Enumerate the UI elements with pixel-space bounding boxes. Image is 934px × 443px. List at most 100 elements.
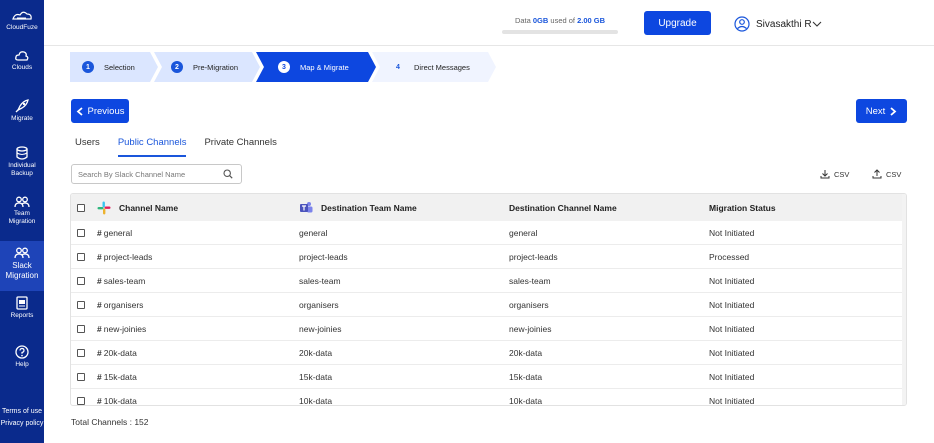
- row-checkbox[interactable]: [77, 301, 85, 309]
- row-select-cell: [77, 245, 85, 269]
- header-label: Destination Team Name: [321, 202, 417, 213]
- row-checkbox[interactable]: [77, 253, 85, 261]
- hash-icon: #: [97, 252, 102, 262]
- sidebar-item-migrate[interactable]: Migrate: [0, 99, 44, 123]
- channel-search: [71, 164, 242, 184]
- table-row[interactable]: # general general general Not Initiated: [71, 221, 906, 245]
- step-pre-migration[interactable]: 2 Pre-Migration: [171, 52, 238, 82]
- rocket-icon: [15, 99, 29, 113]
- row-checkbox[interactable]: [77, 277, 85, 285]
- migration-status-cell: Not Initiated: [709, 348, 755, 358]
- step-map-migrate[interactable]: 3 Map & Migrate: [278, 52, 349, 82]
- sidebar-item-slack-migration[interactable]: Slack Migration: [0, 241, 44, 291]
- csv-download-button[interactable]: CSV: [820, 169, 849, 179]
- destination-channel-cell[interactable]: general: [509, 221, 537, 245]
- search-icon[interactable]: [223, 169, 233, 179]
- row-checkbox[interactable]: [77, 397, 85, 405]
- select-all-checkbox[interactable]: [77, 203, 85, 212]
- header-label: Destination Channel Name: [509, 202, 617, 213]
- row-checkbox[interactable]: [77, 349, 85, 357]
- channel-name-cell: #15k-data: [97, 365, 137, 389]
- channel-name-cell: # project-leads: [97, 245, 152, 269]
- sidebar-item-label: Backup: [11, 170, 33, 177]
- row-select-cell: [77, 293, 85, 317]
- table-row[interactable]: # sales-team sales-team sales-team Not In…: [71, 269, 906, 293]
- sidebar-item-label: Clouds: [11, 64, 33, 71]
- table-row[interactable]: # organisers organisers organisers Not In…: [71, 293, 906, 317]
- destination-channel-cell[interactable]: new-joinies: [509, 317, 552, 341]
- user-name: Sivasakthi R: [756, 18, 812, 30]
- table-row[interactable]: #10k-data 10k-data 10k-data Not Initiate…: [71, 389, 906, 406]
- brand-logo[interactable]: CloudFuze: [0, 10, 44, 32]
- row-checkbox[interactable]: [77, 373, 85, 381]
- row-select-cell: [77, 317, 85, 341]
- previous-button[interactable]: Previous: [71, 99, 129, 123]
- tab-users[interactable]: Users: [75, 137, 100, 157]
- csv-upload-button[interactable]: CSV: [872, 169, 901, 179]
- sidebar-item-clouds[interactable]: Clouds: [0, 50, 44, 72]
- sidebar-item-reports[interactable]: Reports: [0, 296, 44, 320]
- table-row[interactable]: #15k-data 15k-data 15k-data Not Initiate…: [71, 365, 906, 389]
- destination-team-cell[interactable]: new-joinies: [299, 317, 342, 341]
- hash-icon: #: [97, 396, 102, 406]
- table-row[interactable]: #20k-data 20k-data 20k-data Not Initiate…: [71, 341, 906, 365]
- report-icon: [16, 296, 28, 310]
- destination-channel-cell[interactable]: 20k-data: [509, 341, 542, 365]
- user-menu[interactable]: Sivasakthi R: [734, 16, 822, 32]
- channel-name: new-joinies: [103, 324, 147, 334]
- sidebar-item-team-migration[interactable]: Team Migration: [0, 196, 44, 226]
- table-row[interactable]: # new-joinies new-joinies new-joinies Not…: [71, 317, 906, 341]
- destination-channel-cell[interactable]: 10k-data: [509, 389, 542, 405]
- destination-team-cell[interactable]: general: [299, 221, 327, 245]
- destination-channel-cell[interactable]: organisers: [509, 293, 549, 317]
- channels-table: Channel Name Destination Team Name Desti…: [70, 193, 907, 406]
- channel-name-cell: # new-joinies: [97, 317, 146, 341]
- row-checkbox[interactable]: [77, 229, 85, 237]
- top-header: Data 0GB used of 2.00 GB Upgrade Sivasak…: [44, 0, 934, 46]
- sidebar-item-label: Reports: [10, 312, 34, 319]
- terms-link[interactable]: Terms of use: [2, 406, 42, 418]
- migration-stepper: 1 Selection 2 Pre-Migration 3 Map & Migr…: [70, 52, 500, 82]
- sidebar-item-help[interactable]: Help: [0, 345, 44, 369]
- destination-channel-cell[interactable]: project-leads: [509, 245, 558, 269]
- destination-channel-cell[interactable]: 15k-data: [509, 365, 542, 389]
- sidebar-item-individual-backup[interactable]: Individual Backup: [0, 146, 44, 178]
- next-button[interactable]: Next: [856, 99, 907, 123]
- destination-team-cell[interactable]: 10k-data: [299, 389, 332, 405]
- header-destination-channel: Destination Channel Name: [509, 194, 617, 221]
- step-label: Selection: [104, 62, 135, 72]
- search-input[interactable]: [78, 169, 223, 179]
- tab-public-channels[interactable]: Public Channels: [117, 137, 187, 157]
- table-scrollbar[interactable]: [902, 194, 906, 405]
- destination-channel-cell[interactable]: sales-team: [509, 269, 551, 293]
- step-direct-messages[interactable]: 4 Direct Messages: [392, 52, 470, 82]
- privacy-link[interactable]: Privacy policy: [1, 418, 44, 430]
- destination-team-cell[interactable]: project-leads: [299, 245, 348, 269]
- step-number: 2: [171, 61, 183, 73]
- chevron-right-icon: [890, 106, 897, 116]
- destination-team-cell[interactable]: sales-team: [299, 269, 341, 293]
- sidebar-legal: Terms of use Privacy policy: [0, 406, 44, 430]
- destination-team-cell[interactable]: 20k-data: [299, 341, 332, 365]
- help-icon: [15, 345, 29, 359]
- slack-logo-icon: [97, 201, 111, 214]
- tab-private-channels[interactable]: Private Channels: [204, 137, 276, 157]
- upgrade-button[interactable]: Upgrade: [644, 11, 711, 35]
- previous-label: Previous: [87, 105, 125, 117]
- destination-team-cell[interactable]: organisers: [299, 293, 339, 317]
- sidebar-item-label: Migration: [5, 271, 39, 280]
- channel-name: 10k-data: [103, 396, 137, 406]
- step-number: 3: [278, 61, 290, 73]
- select-all-cell: [77, 194, 85, 221]
- migration-status-cell: Not Initiated: [709, 324, 755, 334]
- download-icon: [820, 170, 830, 179]
- channel-name-cell: # general: [97, 221, 132, 245]
- step-selection[interactable]: 1 Selection: [82, 52, 135, 82]
- row-select-cell: [77, 341, 85, 365]
- destination-team-cell[interactable]: 15k-data: [299, 365, 332, 389]
- table-row[interactable]: # project-leads project-leads project-lea…: [71, 245, 906, 269]
- row-checkbox[interactable]: [77, 325, 85, 333]
- cloud-icon: [15, 51, 29, 61]
- hash-icon: #: [97, 276, 102, 286]
- next-label: Next: [865, 105, 886, 117]
